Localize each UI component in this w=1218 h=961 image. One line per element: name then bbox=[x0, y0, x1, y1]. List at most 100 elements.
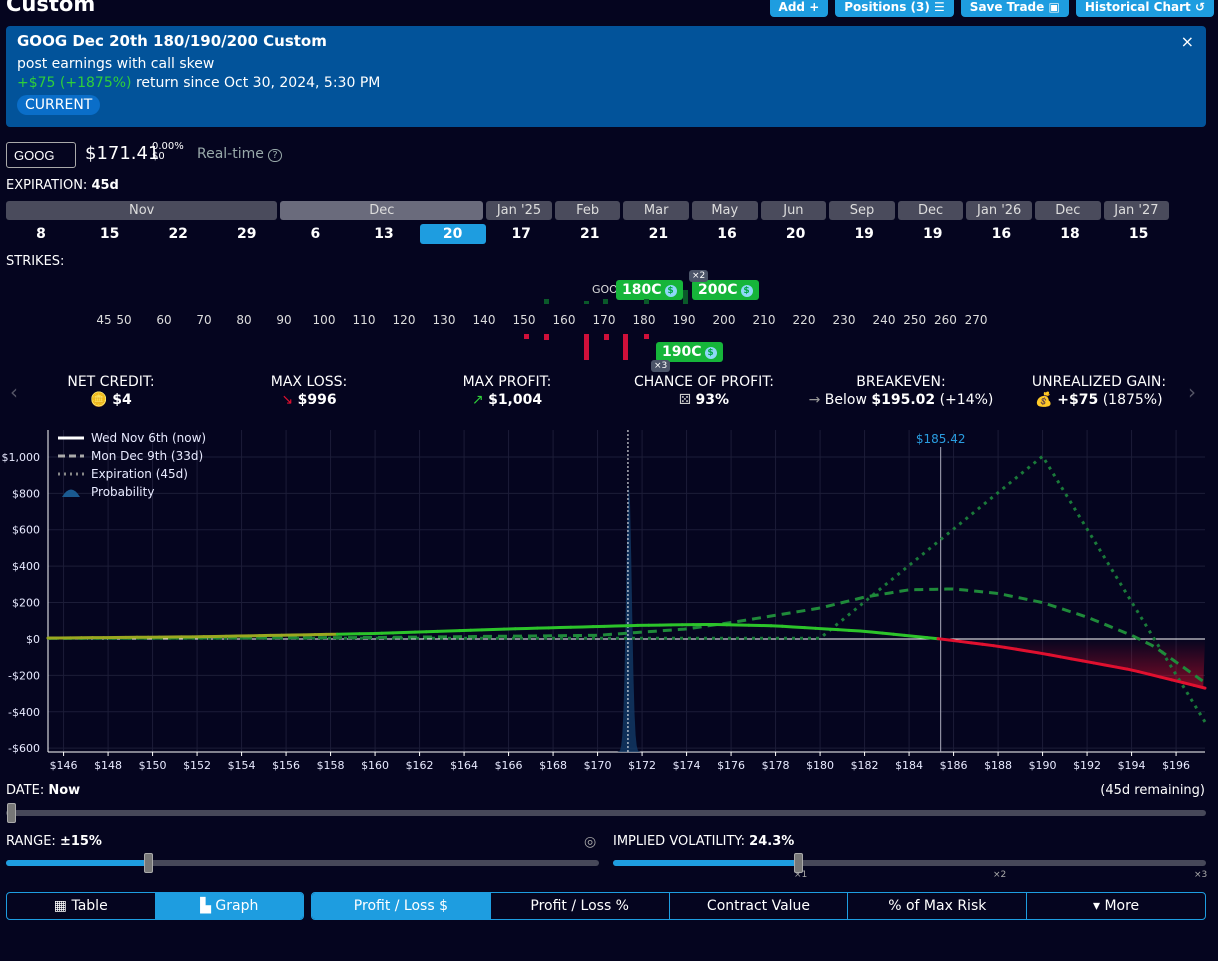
expiration-day[interactable]: 20 bbox=[763, 224, 829, 244]
leg-tag-190C[interactable]: 190C $ bbox=[656, 342, 723, 362]
expiration-day[interactable]: 16 bbox=[968, 224, 1034, 244]
expiration-day[interactable]: 13 bbox=[351, 224, 417, 244]
leg-tag-180C[interactable]: 180C $ bbox=[616, 280, 683, 300]
expiration-day[interactable]: 15 bbox=[1106, 224, 1172, 244]
strike-tick[interactable]: 60 bbox=[156, 313, 171, 327]
x-tick-label: $172 bbox=[628, 759, 656, 772]
legend-entry: Mon Dec 9th (33d) bbox=[91, 449, 203, 463]
strike-tick[interactable]: 150 bbox=[513, 313, 536, 327]
expiration-day[interactable]: 21 bbox=[557, 224, 623, 244]
strike-tick[interactable]: 220 bbox=[793, 313, 816, 327]
tab-contract-value[interactable]: Contract Value bbox=[670, 893, 849, 919]
month-0[interactable]: Nov bbox=[6, 201, 278, 220]
now-line-segment bbox=[1003, 645, 1018, 651]
x-tick-label: $162 bbox=[406, 759, 434, 772]
pnl-chart[interactable]: $146 $148 $150 $152 $154 $156 $158 $160 $162 $164… bbox=[0, 425, 1218, 780]
month-8[interactable]: Dec bbox=[897, 201, 964, 220]
add-button[interactable]: Add + bbox=[769, 0, 829, 17]
month-10[interactable]: Dec bbox=[1035, 201, 1101, 220]
strike-tick[interactable]: 210 bbox=[753, 313, 776, 327]
strike-tick[interactable]: 110 bbox=[353, 313, 376, 327]
month-4[interactable]: Mar bbox=[623, 201, 689, 220]
tab-profit-loss-dollar[interactable]: Profit / Loss $ bbox=[312, 893, 491, 919]
strike-tick[interactable]: 240 bbox=[873, 313, 896, 327]
symbol-input[interactable] bbox=[6, 142, 76, 168]
expiration-day[interactable]: 20 bbox=[419, 224, 486, 244]
range-label: RANGE: ±15% bbox=[6, 834, 102, 849]
month-3[interactable]: Feb bbox=[554, 201, 621, 220]
expiration-day[interactable]: 16 bbox=[694, 224, 760, 244]
strike-tick[interactable]: 190 bbox=[673, 313, 696, 327]
month-9[interactable]: Jan '26 bbox=[966, 201, 1032, 220]
tab-profit-loss-percent[interactable]: Profit / Loss % bbox=[491, 893, 670, 919]
expiration-day[interactable]: 19 bbox=[831, 224, 897, 244]
strike-tick[interactable]: 230 bbox=[833, 313, 856, 327]
strike-tick[interactable]: 270 bbox=[965, 313, 988, 327]
month-1[interactable]: Dec bbox=[280, 201, 484, 220]
strike-tick[interactable]: 260 bbox=[934, 313, 957, 327]
expiration-day[interactable]: 15 bbox=[77, 224, 143, 244]
stat-number: $1,004 bbox=[488, 392, 543, 408]
y-tick-label: $200 bbox=[12, 597, 40, 610]
help-icon[interactable]: ? bbox=[268, 149, 282, 162]
tab-max-risk[interactable]: % of Max Risk bbox=[848, 893, 1028, 919]
save-trade-button[interactable]: Save Trade ▣ bbox=[960, 0, 1069, 17]
strike-tick[interactable]: 140 bbox=[473, 313, 496, 327]
strike-tick[interactable]: 170 bbox=[593, 313, 616, 327]
stat-net-credit: NET CREDIT: 🪙 $4 bbox=[67, 374, 154, 408]
chevron-left-icon[interactable]: ‹ bbox=[10, 380, 18, 404]
leg-label: 190C bbox=[662, 344, 702, 360]
date-slider-handle[interactable] bbox=[7, 803, 16, 823]
close-icon[interactable]: × bbox=[1181, 32, 1194, 51]
month-5[interactable]: May bbox=[692, 201, 758, 220]
strike-tick[interactable]: 50 bbox=[116, 313, 131, 327]
expiration-day[interactable]: 19 bbox=[900, 224, 966, 244]
strike-tick[interactable]: 160 bbox=[553, 313, 576, 327]
strike-tick[interactable]: 200 bbox=[713, 313, 736, 327]
strike-tick[interactable]: 180 bbox=[633, 313, 656, 327]
x-tick-label: $148 bbox=[94, 759, 122, 772]
trade-banner: GOOG Dec 20th 180/190/200 Custom post ea… bbox=[6, 26, 1206, 127]
x-tick-label: $178 bbox=[762, 759, 790, 772]
iv-slider-fill bbox=[613, 860, 799, 866]
more-button[interactable]: ▾ More bbox=[1027, 893, 1205, 919]
stat-value: 💰 +$75 (1875%) bbox=[1032, 392, 1166, 408]
oi-bar-call bbox=[683, 290, 688, 304]
range-slider-handle[interactable] bbox=[144, 853, 153, 873]
month-2[interactable]: Jan '25 bbox=[486, 201, 552, 220]
historical-chart-button[interactable]: Historical Chart ↺ bbox=[1075, 0, 1214, 17]
y-tick-label: $800 bbox=[12, 487, 40, 500]
strike-tick[interactable]: 130 bbox=[433, 313, 456, 327]
leg-tag-200C[interactable]: 200C $ bbox=[692, 280, 759, 300]
dollar-icon: $ bbox=[664, 285, 677, 297]
stat-extra: (1875%) bbox=[1098, 392, 1163, 408]
expiration-day[interactable]: 18 bbox=[1037, 224, 1103, 244]
strike-tick[interactable]: 90 bbox=[276, 313, 291, 327]
expiration-day[interactable]: 22 bbox=[145, 224, 211, 244]
expiration-day[interactable]: 6 bbox=[282, 224, 348, 244]
positions-button[interactable]: Positions (3) ☰ bbox=[835, 0, 954, 17]
expiration-day[interactable]: 17 bbox=[488, 224, 554, 244]
strike-tick[interactable]: 120 bbox=[393, 313, 416, 327]
stat-number: $4 bbox=[112, 392, 132, 408]
month-7[interactable]: Sep bbox=[829, 201, 895, 220]
strike-tick[interactable]: 80 bbox=[236, 313, 251, 327]
chevron-right-icon[interactable]: › bbox=[1188, 380, 1196, 404]
expiration-day[interactable]: 21 bbox=[625, 224, 691, 244]
expiration-day[interactable]: 8 bbox=[8, 224, 74, 244]
history-icon: ↺ bbox=[1194, 0, 1205, 14]
strike-tick[interactable]: 45 bbox=[96, 313, 111, 327]
month-11[interactable]: Jan '27 bbox=[1103, 201, 1170, 220]
date-slider[interactable] bbox=[6, 810, 1206, 816]
strike-tick[interactable]: 70 bbox=[196, 313, 211, 327]
expiration-day[interactable]: 29 bbox=[214, 224, 280, 244]
oi-bar-put bbox=[544, 334, 549, 340]
y-tick-label: -$200 bbox=[8, 669, 40, 682]
reset-iv-icon[interactable]: ◎ bbox=[584, 834, 596, 850]
tab-table[interactable]: ▦ Table bbox=[7, 893, 156, 919]
strike-tick[interactable]: 100 bbox=[313, 313, 336, 327]
strike-tick[interactable]: 250 bbox=[903, 313, 926, 327]
y-tick-label: $400 bbox=[12, 560, 40, 573]
tab-graph[interactable]: ▙ Graph bbox=[155, 893, 303, 919]
month-6[interactable]: Jun bbox=[760, 201, 827, 220]
